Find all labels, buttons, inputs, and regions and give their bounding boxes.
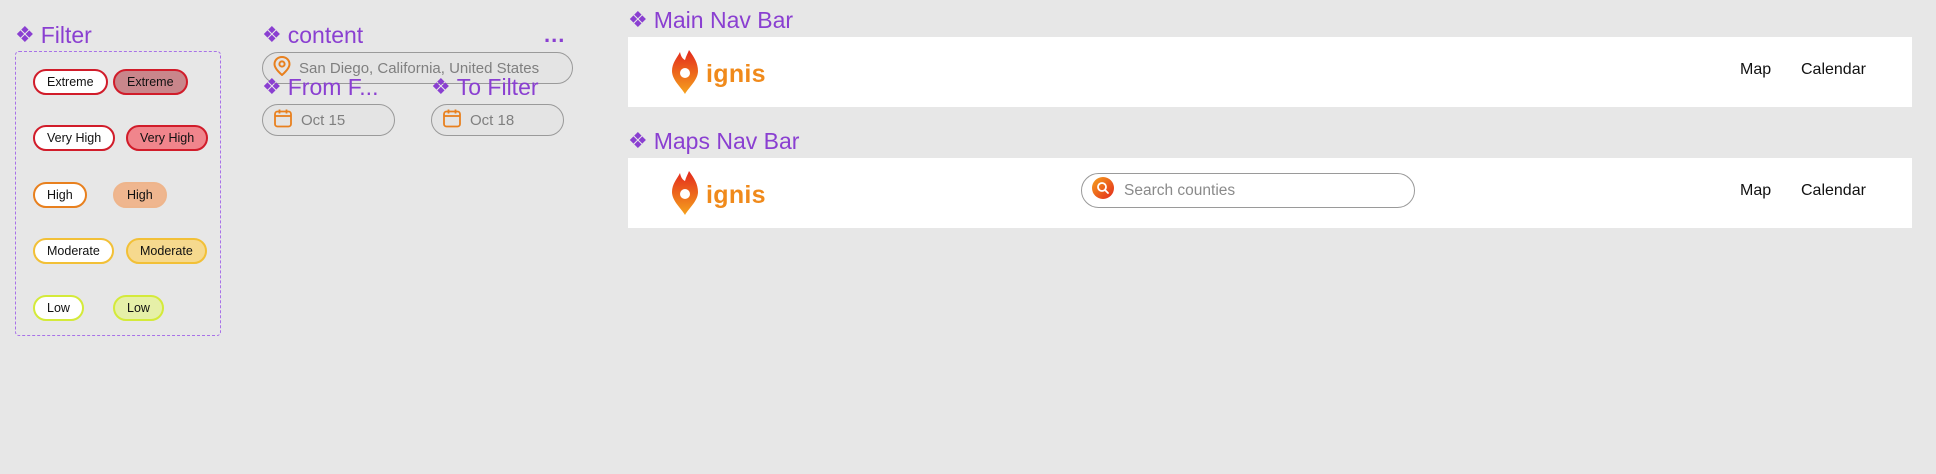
component-marker-icon: ❖	[15, 22, 35, 47]
chip-very-high-outline[interactable]: Very High	[33, 125, 116, 151]
nav-link-map[interactable]: Map	[1740, 61, 1771, 79]
chip-moderate-selected[interactable]: Moderate	[126, 238, 207, 264]
search-icon	[1092, 177, 1114, 204]
content-component-title: ❖ content	[262, 22, 364, 48]
chip-extreme-selected[interactable]: Extreme	[113, 69, 188, 95]
to-filter-title: ❖ To Filter	[431, 74, 539, 100]
nav-link-map[interactable]: Map	[1740, 182, 1771, 200]
brand-name: ignis	[706, 60, 766, 88]
from-filter-title: ❖ From F...	[262, 74, 379, 100]
flame-pin-icon	[670, 170, 700, 221]
calendar-icon	[442, 108, 462, 132]
from-date-value: Oct 15	[301, 111, 346, 129]
to-date-input[interactable]: Oct 18	[431, 104, 564, 136]
filter-component-title: ❖ Filter	[15, 22, 92, 48]
component-marker-icon: ❖	[262, 22, 282, 47]
chip-low-selected[interactable]: Low	[113, 295, 164, 321]
search-input[interactable]: Search counties	[1081, 173, 1415, 208]
component-marker-icon: ❖	[628, 7, 648, 32]
more-options-icon[interactable]: ...	[544, 22, 565, 48]
component-marker-icon: ❖	[262, 74, 282, 99]
main-nav-bar-title: ❖ Main Nav Bar	[628, 7, 794, 33]
search-placeholder: Search counties	[1124, 181, 1236, 199]
maps-nav-bar: ignis Search counties Map Calendar	[628, 158, 1912, 228]
chip-extreme-outline[interactable]: Extreme	[33, 69, 108, 95]
main-nav-bar: ignis Map Calendar	[628, 37, 1912, 107]
brand-logo[interactable]: ignis	[670, 170, 766, 221]
component-marker-icon: ❖	[431, 74, 451, 99]
nav-link-calendar[interactable]: Calendar	[1801, 182, 1866, 200]
filter-panel: Extreme Extreme Very High Very High High…	[15, 51, 221, 336]
maps-nav-bar-title: ❖ Maps Nav Bar	[628, 128, 800, 154]
chip-low-outline[interactable]: Low	[33, 295, 84, 321]
calendar-icon	[273, 108, 293, 132]
component-marker-icon: ❖	[628, 128, 648, 153]
flame-pin-icon	[670, 49, 700, 100]
chip-very-high-selected[interactable]: Very High	[126, 125, 209, 151]
chip-moderate-outline[interactable]: Moderate	[33, 238, 114, 264]
nav-link-calendar[interactable]: Calendar	[1801, 61, 1866, 79]
from-date-input[interactable]: Oct 15	[262, 104, 395, 136]
to-date-value: Oct 18	[470, 111, 515, 129]
chip-high-selected[interactable]: High	[113, 182, 167, 208]
chip-high-outline[interactable]: High	[33, 182, 87, 208]
brand-logo[interactable]: ignis	[670, 49, 766, 100]
brand-name: ignis	[706, 181, 766, 209]
